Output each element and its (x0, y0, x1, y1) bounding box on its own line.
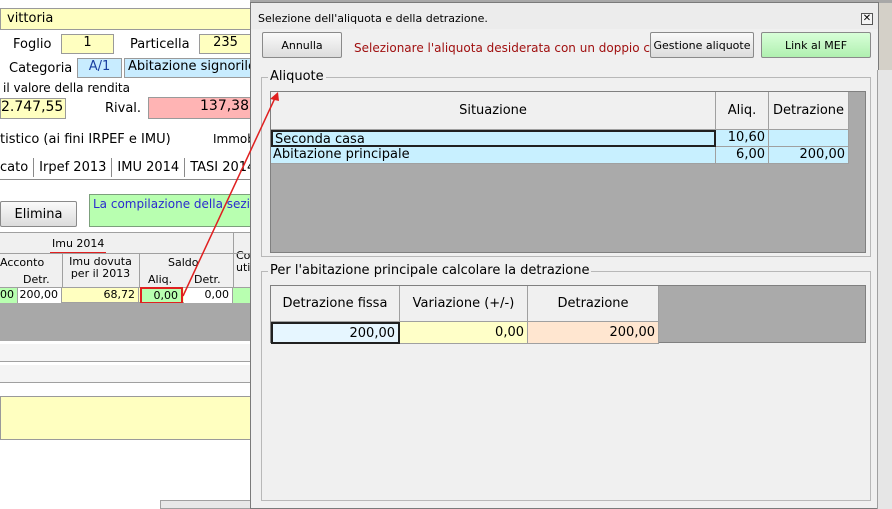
arrow-head (270, 92, 279, 101)
arrow-line (182, 97, 276, 297)
annotation-arrow (182, 92, 279, 297)
